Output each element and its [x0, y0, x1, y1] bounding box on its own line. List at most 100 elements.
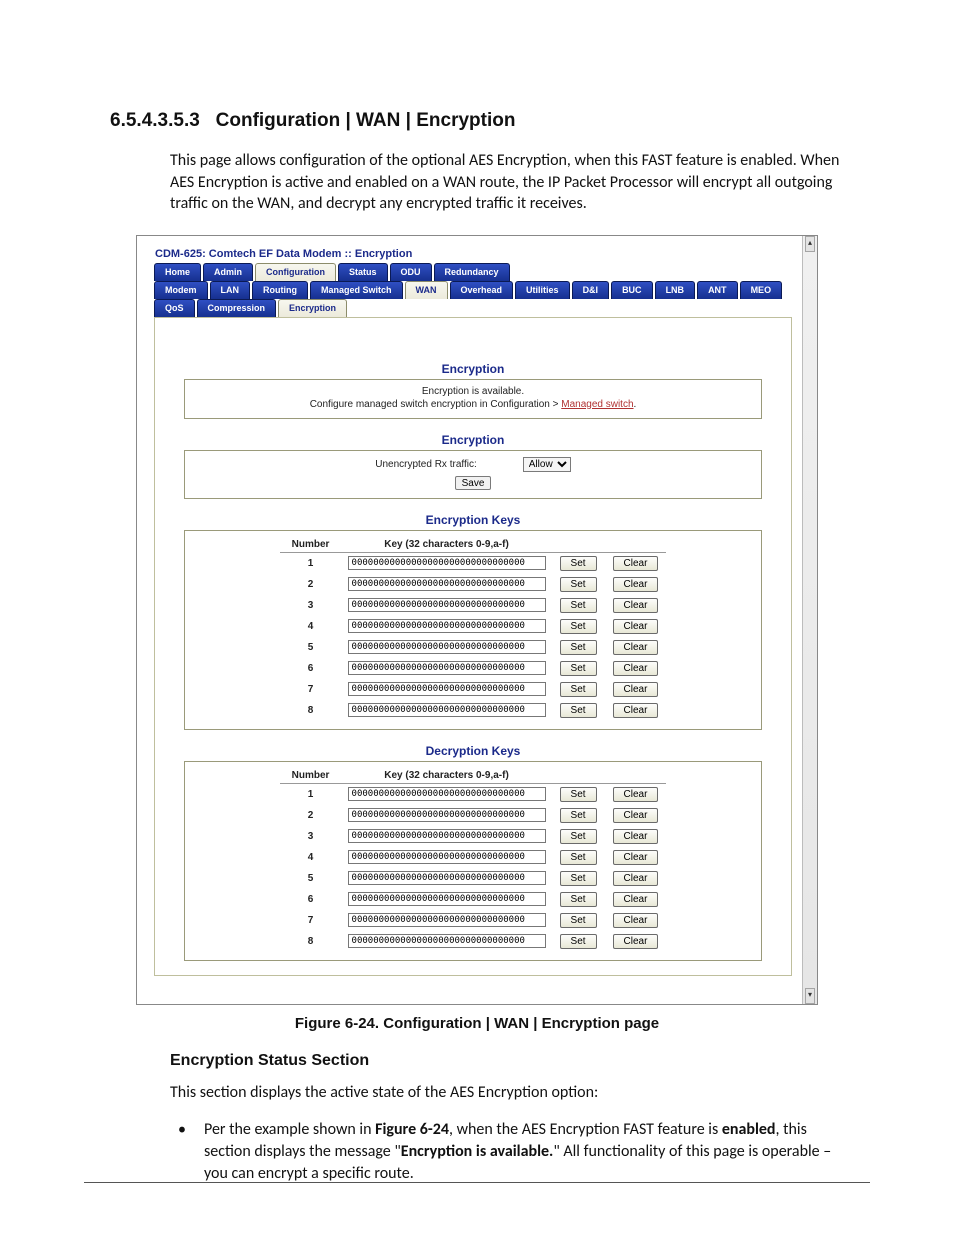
set-button[interactable]: Set — [560, 913, 597, 928]
tab-utilities[interactable]: Utilities — [515, 281, 570, 299]
row-number: 7 — [280, 910, 342, 931]
window-title: CDM-625: Comtech EF Data Modem :: Encryp… — [155, 248, 795, 260]
clear-button[interactable]: Clear — [613, 640, 659, 655]
clear-button[interactable]: Clear — [613, 934, 659, 949]
clear-button[interactable]: Clear — [613, 829, 659, 844]
tab-routing[interactable]: Routing — [252, 281, 308, 299]
tab-overhead[interactable]: Overhead — [450, 281, 514, 299]
encryption-settings-heading: Encryption — [169, 433, 777, 447]
set-button[interactable]: Set — [560, 892, 597, 907]
set-button[interactable]: Set — [560, 703, 597, 718]
encryption-key-input[interactable] — [348, 682, 546, 696]
decryption-key-input[interactable] — [348, 913, 546, 927]
decryption-key-input[interactable] — [348, 871, 546, 885]
clear-button[interactable]: Clear — [613, 703, 659, 718]
decryption-keys-box: Number Key (32 characters 0-9,a-f) 1SetC… — [184, 761, 762, 961]
encryption-key-input[interactable] — [348, 661, 546, 675]
tab-modem[interactable]: Modem — [154, 281, 208, 299]
tab-lan[interactable]: LAN — [210, 281, 251, 299]
tab-encryption[interactable]: Encryption — [278, 299, 347, 317]
decryption-key-input[interactable] — [348, 787, 546, 801]
unencrypted-rx-label: Unencrypted Rx traffic: — [375, 459, 477, 470]
tab-status[interactable]: Status — [338, 263, 388, 281]
encryption-key-input[interactable] — [348, 703, 546, 717]
table-row: 3SetClear — [280, 826, 667, 847]
table-row: 1SetClear — [280, 783, 667, 805]
tab-wan[interactable]: WAN — [405, 281, 448, 299]
col-key: Key (32 characters 0-9,a-f) — [342, 537, 552, 553]
tab-row-3: QoS Compression Encryption — [154, 299, 795, 317]
tab-ant[interactable]: ANT — [697, 281, 738, 299]
managed-switch-note: Configure managed switch encryption in C… — [193, 399, 753, 410]
decryption-key-input[interactable] — [348, 829, 546, 843]
tab-meo[interactable]: MEO — [740, 281, 783, 299]
set-button[interactable]: Set — [560, 829, 597, 844]
tab-qos[interactable]: QoS — [154, 299, 195, 317]
row-number: 4 — [280, 847, 342, 868]
decryption-key-input[interactable] — [348, 934, 546, 948]
managed-switch-link[interactable]: Managed switch — [561, 399, 633, 410]
table-row: 7SetClear — [280, 679, 667, 700]
set-button[interactable]: Set — [560, 640, 597, 655]
tab-di[interactable]: D&I — [572, 281, 610, 299]
set-button[interactable]: Set — [560, 619, 597, 634]
unencrypted-rx-select[interactable]: Allow — [523, 457, 571, 472]
table-row: 4 Set Clear — [280, 616, 667, 637]
encryption-status-heading: Encryption — [169, 362, 777, 376]
encryption-key-input[interactable] — [348, 640, 546, 654]
set-button[interactable]: Set — [560, 577, 597, 592]
tab-admin[interactable]: Admin — [203, 263, 253, 281]
clear-button[interactable]: Clear — [613, 682, 659, 697]
tab-odu[interactable]: ODU — [390, 263, 432, 281]
scroll-down-icon[interactable]: ▾ — [805, 988, 815, 1004]
encryption-keys-table: Number Key (32 characters 0-9,a-f) 1SetC… — [280, 537, 667, 721]
encryption-key-input[interactable] — [348, 598, 546, 612]
tab-configuration[interactable]: Configuration — [255, 263, 336, 281]
set-button[interactable]: Set — [560, 808, 597, 823]
clear-button[interactable]: Clear — [613, 808, 659, 823]
set-button[interactable]: Set — [560, 556, 597, 571]
tab-compression[interactable]: Compression — [197, 299, 277, 317]
tab-managed-switch[interactable]: Managed Switch — [310, 281, 403, 299]
tab-redundancy[interactable]: Redundancy — [434, 263, 510, 281]
table-row: 1 Set Clear — [280, 552, 667, 574]
clear-button[interactable]: Clear — [613, 892, 659, 907]
col-number: Number — [280, 768, 342, 784]
clear-button[interactable]: Clear — [613, 619, 659, 634]
clear-button[interactable]: Clear — [613, 850, 659, 865]
table-row: 5SetClear — [280, 637, 667, 658]
scroll-up-icon[interactable]: ▴ — [805, 236, 815, 252]
encryption-key-input[interactable] — [348, 556, 546, 570]
clear-button[interactable]: Clear — [613, 787, 659, 802]
set-button[interactable]: Set — [560, 934, 597, 949]
clear-button[interactable]: Clear — [613, 577, 659, 592]
table-row: 6SetClear — [280, 658, 667, 679]
scrollbar[interactable]: ▴ ▾ — [802, 236, 817, 1004]
set-button[interactable]: Set — [560, 661, 597, 676]
encryption-key-input[interactable] — [348, 577, 546, 591]
set-button[interactable]: Set — [560, 850, 597, 865]
clear-button[interactable]: Clear — [613, 598, 659, 613]
set-button[interactable]: Set — [560, 598, 597, 613]
decryption-key-input[interactable] — [348, 892, 546, 906]
tab-home[interactable]: Home — [154, 263, 201, 281]
clear-button[interactable]: Clear — [613, 661, 659, 676]
decryption-key-input[interactable] — [348, 808, 546, 822]
content-area: Encryption Encryption is available. Conf… — [154, 317, 792, 976]
clear-button[interactable]: Clear — [613, 871, 659, 886]
tab-buc[interactable]: BUC — [611, 281, 653, 299]
clear-button[interactable]: Clear — [613, 913, 659, 928]
save-button[interactable]: Save — [455, 476, 492, 490]
subsection-heading: Encryption Status Section — [170, 1052, 844, 1070]
tab-lnb[interactable]: LNB — [655, 281, 696, 299]
encryption-key-input[interactable] — [348, 619, 546, 633]
encryption-status-box: Encryption is available. Configure manag… — [184, 379, 762, 419]
decryption-key-input[interactable] — [348, 850, 546, 864]
row-number: 1 — [280, 552, 342, 574]
set-button[interactable]: Set — [560, 871, 597, 886]
row-number: 8 — [280, 931, 342, 952]
set-button[interactable]: Set — [560, 682, 597, 697]
clear-button[interactable]: Clear — [613, 556, 659, 571]
set-button[interactable]: Set — [560, 787, 597, 802]
row-number: 4 — [280, 616, 342, 637]
